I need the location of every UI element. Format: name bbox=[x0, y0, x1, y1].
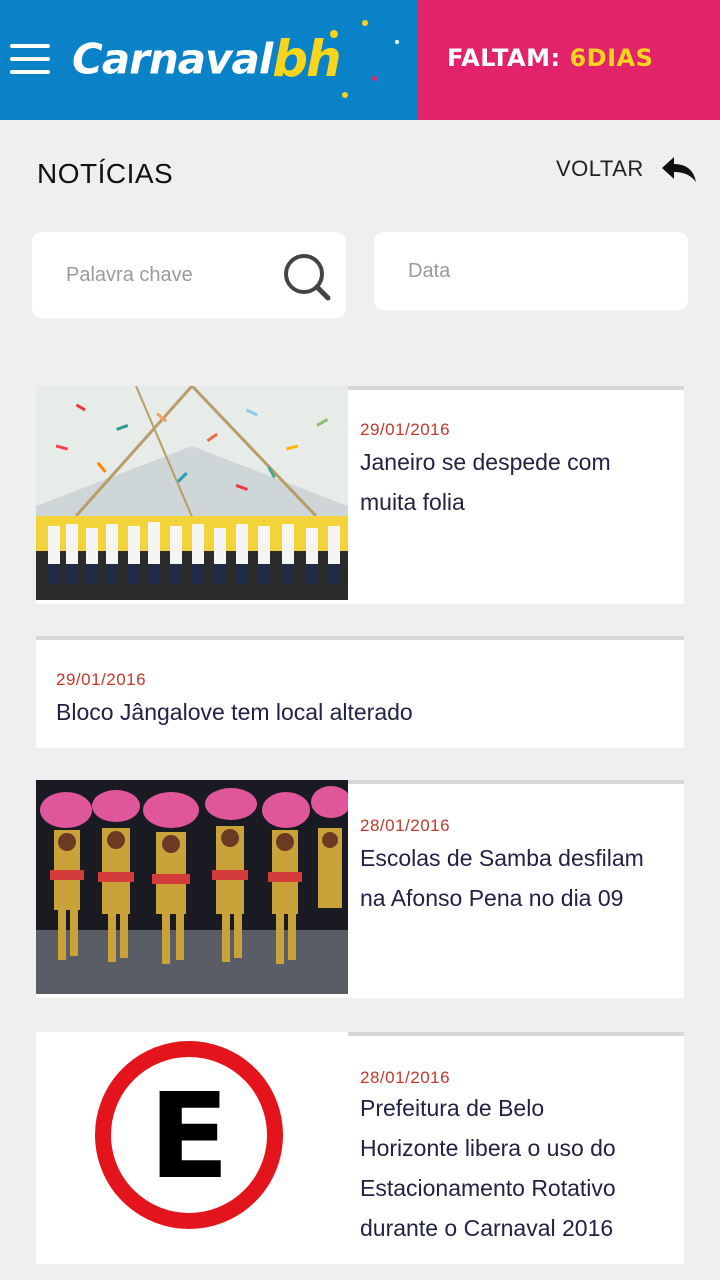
news-title-line: muita folia bbox=[360, 489, 465, 515]
date-filter-input[interactable] bbox=[406, 250, 670, 292]
news-date: 29/01/2016 bbox=[360, 420, 451, 439]
date-filter-box bbox=[374, 232, 688, 310]
news-title-line: Estacionamento Rotativo bbox=[360, 1175, 616, 1201]
logo-text: Carnaval bbox=[72, 34, 273, 84]
confetti-dot bbox=[362, 20, 368, 26]
news-card[interactable]: 29/01/2016 Janeiro se despede com muita … bbox=[36, 386, 684, 604]
news-title-line: Janeiro se despede com bbox=[360, 449, 611, 475]
news-title-line: Prefeitura de Belo bbox=[360, 1095, 545, 1121]
back-button[interactable]: VOLTAR bbox=[556, 156, 644, 182]
header-brand-area: Carnavalbh bbox=[0, 0, 418, 120]
search-icon[interactable] bbox=[282, 252, 332, 302]
confetti-band-photo bbox=[36, 386, 348, 600]
news-title[interactable]: Prefeitura de Belo Horizonte libera o us… bbox=[360, 1088, 680, 1248]
news-date: 28/01/2016 bbox=[360, 816, 451, 835]
countdown: FALTAM: 6DIAS bbox=[447, 44, 653, 72]
news-card[interactable]: 29/01/2016 Bloco Jângalove tem local alt… bbox=[36, 636, 684, 748]
parking-sign-letter: E bbox=[149, 1067, 230, 1205]
news-text: 28/01/2016 Escolas de Samba desfilam na … bbox=[348, 780, 684, 998]
samba-dancers-photo bbox=[36, 780, 348, 994]
keyword-search-input[interactable] bbox=[64, 254, 288, 296]
app-header: Carnavalbh FALTAM: 6DIAS bbox=[0, 0, 720, 120]
news-title-line: Escolas de Samba desfilam bbox=[360, 845, 644, 871]
news-title-line: durante o Carnaval 2016 bbox=[360, 1215, 614, 1241]
news-title-line: Horizonte libera o uso do bbox=[360, 1135, 616, 1161]
countdown-value: 6DIAS bbox=[569, 44, 654, 72]
back-arrow-icon[interactable] bbox=[660, 153, 698, 185]
logo-accent: bh bbox=[272, 30, 341, 88]
carnaval-bh-logo[interactable]: Carnavalbh bbox=[72, 30, 342, 90]
news-title[interactable]: Bloco Jângalove tem local alterado bbox=[56, 692, 413, 732]
news-card[interactable]: 28/01/2016 Escolas de Samba desfilam na … bbox=[36, 780, 684, 998]
news-date: 29/01/2016 bbox=[56, 670, 147, 689]
confetti-dot bbox=[395, 40, 399, 44]
confetti-dot bbox=[342, 92, 348, 98]
page-title: NOTÍCIAS bbox=[37, 158, 174, 189]
news-text: 29/01/2016 Janeiro se despede com muita … bbox=[348, 386, 684, 604]
news-title-line: na Afonso Pena no dia 09 bbox=[360, 885, 624, 911]
news-title[interactable]: Janeiro se despede com muita folia bbox=[360, 442, 680, 522]
confetti-dot bbox=[372, 76, 377, 81]
news-date: 28/01/2016 bbox=[360, 1068, 451, 1087]
hamburger-menu-icon[interactable] bbox=[10, 44, 50, 74]
news-title[interactable]: Escolas de Samba desfilam na Afonso Pena… bbox=[360, 838, 680, 918]
news-text: 28/01/2016 Prefeitura de Belo Horizonte … bbox=[348, 1032, 684, 1264]
countdown-label: FALTAM: bbox=[447, 44, 570, 72]
parking-sign-image: E bbox=[36, 1032, 348, 1264]
news-card[interactable]: E 28/01/2016 Prefeitura de Belo Horizont… bbox=[36, 1032, 684, 1264]
